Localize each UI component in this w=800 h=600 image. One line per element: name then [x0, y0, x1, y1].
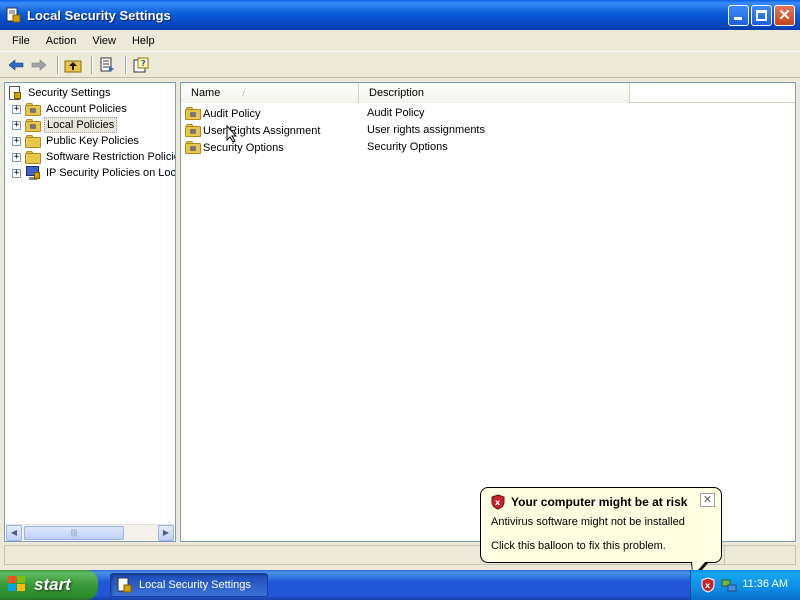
- tree-item-label: IP Security Policies on Local Computer: [46, 167, 176, 179]
- help-button[interactable]: ?: [131, 55, 151, 75]
- menu-file[interactable]: File: [4, 35, 38, 47]
- windows-logo-icon: [8, 576, 28, 594]
- forward-button[interactable]: [29, 55, 49, 75]
- up-folder-icon: [64, 60, 82, 72]
- list-item-name: Security Options: [203, 141, 284, 154]
- tree-item-ip-security-policies[interactable]: + IP Security Policies on Local Computer: [12, 165, 176, 181]
- column-header-name[interactable]: Name /: [181, 83, 359, 103]
- title-bar[interactable]: Local Security Settings ✕: [0, 0, 800, 30]
- tree-item-public-key-policies[interactable]: + Public Key Policies: [12, 133, 141, 149]
- locked-folder-icon: [185, 141, 201, 154]
- svg-text:?: ?: [141, 59, 146, 68]
- maximize-icon: [756, 10, 767, 21]
- expand-icon[interactable]: +: [12, 120, 21, 130]
- up-one-level-button[interactable]: [63, 55, 83, 75]
- taskbar: start Local Security Settings x 11:36 AM: [0, 570, 800, 600]
- locked-folder-icon: [25, 102, 41, 116]
- minimize-button[interactable]: [728, 5, 749, 26]
- tree-pane[interactable]: Security Settings + Account Policies + L…: [4, 82, 176, 542]
- expand-icon[interactable]: +: [12, 152, 21, 162]
- back-button[interactable]: [6, 55, 26, 75]
- list-item-security-options[interactable]: Security Options Security Options: [181, 139, 795, 156]
- folder-icon: [25, 150, 41, 164]
- scrollbar-thumb[interactable]: |||: [24, 526, 124, 540]
- list-item-description: Security Options: [367, 141, 448, 153]
- menu-bar: File Action View Help: [0, 30, 800, 52]
- expand-icon[interactable]: +: [12, 168, 21, 178]
- close-button[interactable]: ✕: [774, 5, 795, 26]
- export-list-button[interactable]: [97, 55, 117, 75]
- security-settings-icon: [9, 85, 23, 101]
- forward-arrow-icon: [31, 58, 47, 71]
- maximize-button[interactable]: [751, 5, 772, 26]
- locked-folder-icon: [185, 107, 201, 120]
- back-arrow-icon: [8, 58, 24, 71]
- tree-item-label: Public Key Policies: [46, 135, 139, 147]
- toolbar-separator: [125, 55, 126, 74]
- column-header-name-label: Name: [191, 87, 221, 99]
- list-item-name: Audit Policy: [203, 107, 261, 120]
- menu-action[interactable]: Action: [38, 35, 85, 47]
- balloon-title: Your computer might be at risk: [511, 495, 688, 509]
- svg-text:x: x: [705, 581, 711, 590]
- security-alert-tray-icon[interactable]: x: [701, 577, 715, 593]
- system-tray: x 11:36 AM: [690, 570, 800, 600]
- locked-folder-icon: [185, 124, 201, 137]
- column-header-description-label: Description: [369, 87, 425, 99]
- list-item-name: User Rights Assignment: [203, 124, 321, 137]
- tree-item-account-policies[interactable]: + Account Policies: [12, 101, 129, 117]
- balloon-action-text: Click this balloon to fix this problem.: [491, 540, 666, 552]
- expand-icon[interactable]: +: [12, 104, 21, 114]
- clock[interactable]: 11:36 AM: [742, 578, 788, 590]
- start-button[interactable]: start: [0, 570, 98, 600]
- tree-item-software-restriction-policies[interactable]: + Software Restriction Policies: [12, 149, 176, 165]
- security-alert-balloon[interactable]: x Your computer might be at risk ✕ Antiv…: [480, 487, 722, 580]
- network-tray-icon[interactable]: [721, 577, 737, 593]
- tree-item-label: Software Restriction Policies: [46, 151, 176, 163]
- close-icon: ✕: [778, 7, 791, 24]
- taskbar-button-label: Local Security Settings: [139, 579, 251, 591]
- tree-item-label: Local Policies: [44, 117, 118, 133]
- ip-security-icon: [25, 165, 41, 181]
- taskbar-button-local-security-settings[interactable]: Local Security Settings: [110, 573, 268, 597]
- balloon-close-icon[interactable]: ✕: [700, 493, 715, 507]
- tree-horizontal-scrollbar[interactable]: ◀ ||| ▶: [6, 524, 174, 541]
- start-label: start: [34, 575, 71, 594]
- security-shield-icon: x: [491, 494, 505, 510]
- tree-item-local-policies[interactable]: + Local Policies: [12, 117, 118, 133]
- list-item-description: Audit Policy: [367, 107, 425, 119]
- balloon-message: Antivirus software might not be installe…: [491, 516, 685, 528]
- list-pane[interactable]: Name / Description Audit Policy Audit Pol…: [180, 82, 796, 542]
- mouse-cursor-icon: [226, 125, 238, 143]
- folder-icon: [25, 134, 41, 148]
- sort-indicator-icon: /: [242, 88, 245, 98]
- locked-folder-icon: [25, 118, 41, 132]
- help-icon: ?: [133, 57, 149, 72]
- list-item-user-rights-assignment[interactable]: User Rights Assignment User rights assig…: [181, 122, 795, 139]
- security-settings-icon: [6, 7, 22, 23]
- column-header-description[interactable]: Description: [359, 83, 630, 103]
- expand-icon[interactable]: +: [12, 136, 21, 146]
- list-header: Name / Description: [181, 83, 795, 103]
- scroll-right-arrow-icon[interactable]: ▶: [158, 525, 174, 541]
- export-list-icon: [100, 57, 114, 72]
- security-settings-icon: [117, 577, 132, 593]
- tree-root[interactable]: Security Settings: [9, 85, 113, 101]
- menu-help[interactable]: Help: [124, 35, 163, 47]
- tree-item-label: Account Policies: [46, 103, 127, 115]
- menu-view[interactable]: View: [84, 35, 124, 47]
- tree-root-label: Security Settings: [28, 87, 111, 99]
- window-title: Local Security Settings: [27, 7, 171, 23]
- minimize-icon: [734, 17, 742, 20]
- scroll-left-arrow-icon[interactable]: ◀: [6, 525, 22, 541]
- list-item-audit-policy[interactable]: Audit Policy Audit Policy: [181, 105, 795, 122]
- list-item-description: User rights assignments: [367, 124, 485, 136]
- svg-text:x: x: [495, 498, 501, 507]
- toolbar-separator: [57, 55, 58, 74]
- toolbar-separator: [91, 55, 92, 74]
- toolbar: ?: [0, 52, 800, 78]
